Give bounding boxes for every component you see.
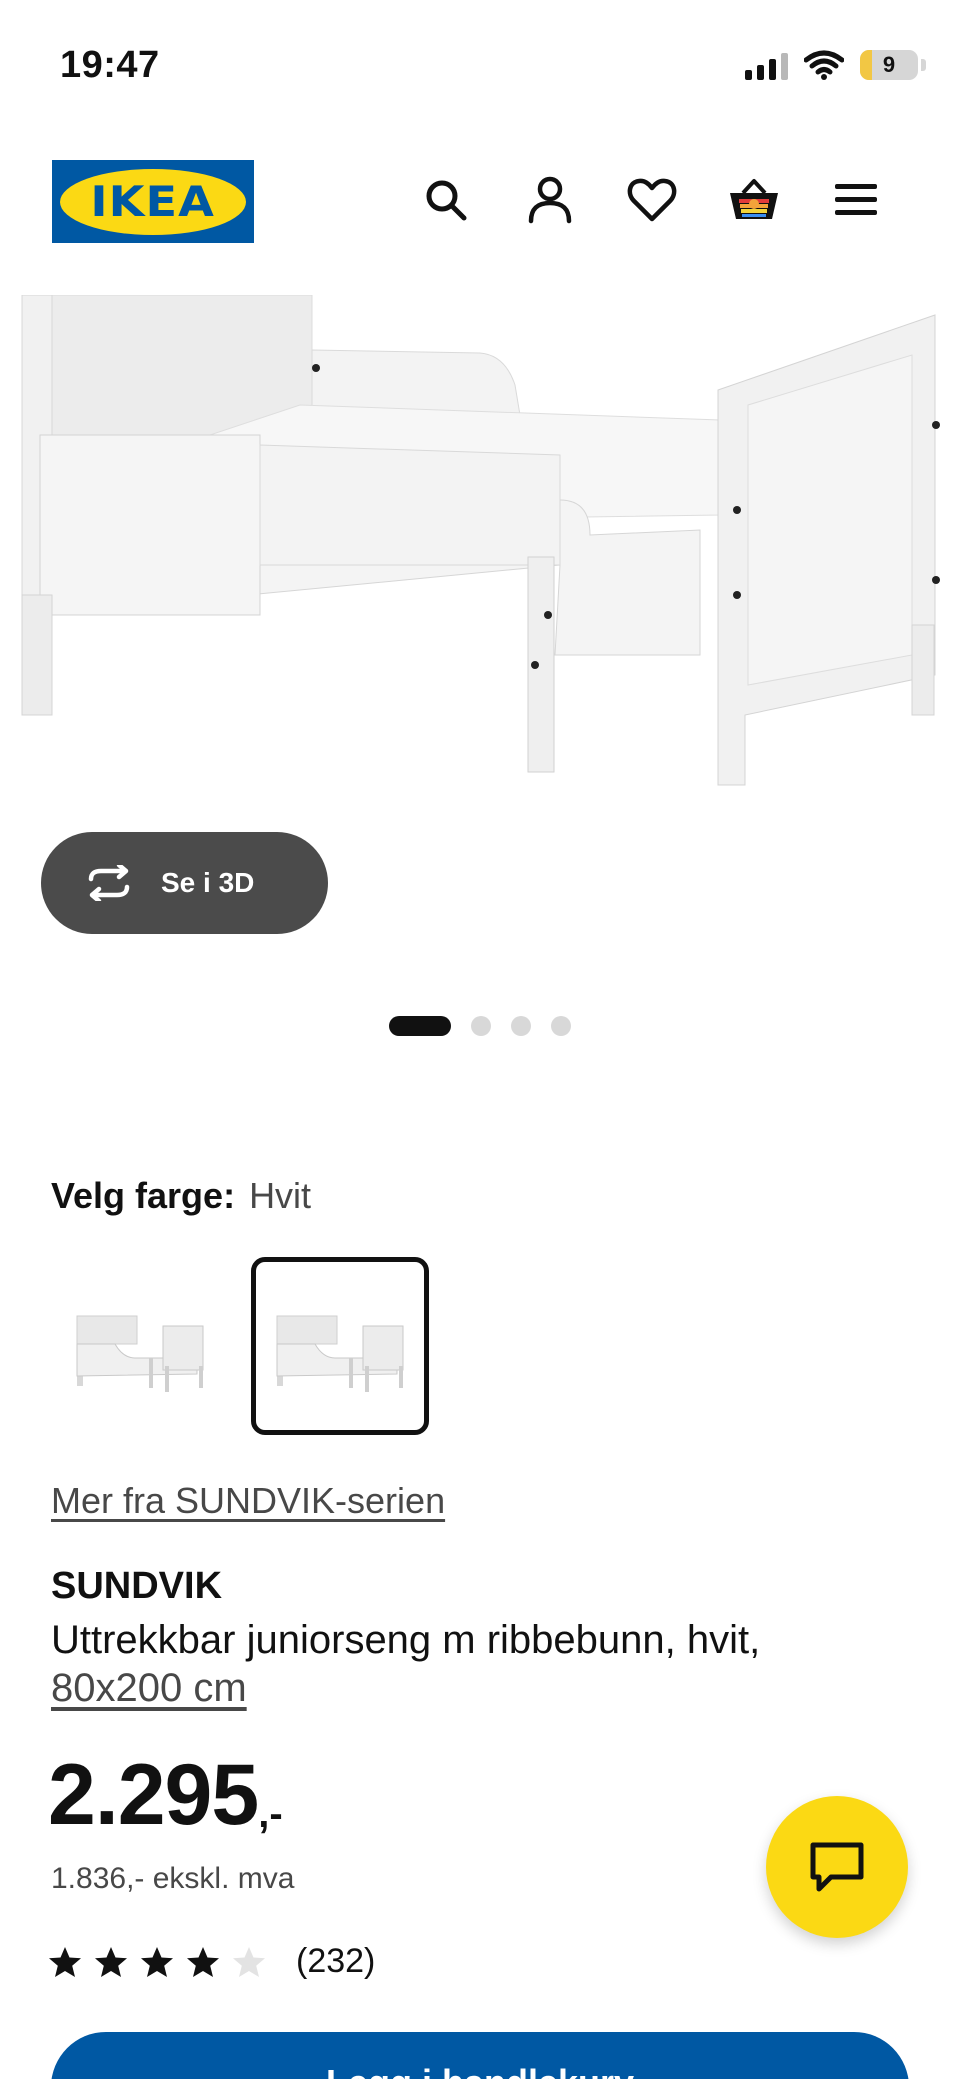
carousel-dot[interactable] xyxy=(551,1016,571,1036)
chat-button[interactable] xyxy=(766,1796,908,1938)
search-icon[interactable] xyxy=(418,172,474,228)
color-label: Velg farge: xyxy=(51,1175,236,1216)
carousel-dot[interactable] xyxy=(511,1016,531,1036)
add-to-cart-button[interactable]: Legg i handlekurv xyxy=(51,2032,909,2079)
heart-icon[interactable] xyxy=(624,172,680,228)
carousel-indicator xyxy=(0,1016,960,1036)
status-time: 19:47 xyxy=(60,44,160,86)
price-amount: 2.295 xyxy=(48,1747,259,1843)
product-description: Uttrekkbar juniorseng m ribbebunn, hvit, xyxy=(51,1618,761,1662)
price-ex-vat: 1.836,- ekskl. mva xyxy=(51,1862,295,1895)
ikea-logo[interactable]: IKEA xyxy=(52,160,254,243)
carousel-dot[interactable] xyxy=(471,1016,491,1036)
view-3d-button[interactable]: Se i 3D xyxy=(41,832,328,934)
view-3d-label: Se i 3D xyxy=(161,867,255,898)
review-count: (232) xyxy=(296,1942,376,1980)
product-price: 2.295 ,- xyxy=(48,1752,283,1838)
site-header: IKEA xyxy=(0,158,960,248)
rotate-3d-icon xyxy=(88,865,130,901)
star-empty-icon xyxy=(233,1946,265,1977)
signal-icon xyxy=(745,50,788,80)
cart-icon[interactable] xyxy=(726,172,782,228)
star-icon xyxy=(141,1946,173,1977)
series-link[interactable]: Mer fra SUNDVIK-serien xyxy=(51,1480,445,1522)
color-value: Hvit xyxy=(249,1175,312,1216)
battery-icon: 9 xyxy=(860,50,918,80)
carousel-dot[interactable] xyxy=(389,1016,451,1036)
logo-text: IKEA xyxy=(90,177,216,226)
color-chooser: Velg farge: Hvit xyxy=(51,1175,311,1217)
star-icon xyxy=(187,1946,219,1977)
price-suffix: ,- xyxy=(258,1792,283,1836)
color-swatch-selected[interactable] xyxy=(251,1257,429,1435)
star-icon xyxy=(95,1946,127,1977)
account-icon[interactable] xyxy=(522,172,578,228)
product-page: 19:47 9 IKEA Se i 3D Velg farge: Hvit Me… xyxy=(0,0,960,2079)
status-bar: 19:47 9 xyxy=(0,0,960,130)
product-image[interactable] xyxy=(0,294,960,840)
menu-icon[interactable] xyxy=(828,172,884,228)
battery-level: 9 xyxy=(882,52,896,77)
product-name: SUNDVIK xyxy=(51,1565,223,1607)
color-swatch[interactable] xyxy=(51,1257,229,1435)
wifi-icon xyxy=(804,50,844,80)
product-size-link[interactable]: 80x200 cm xyxy=(51,1666,247,1711)
star-icon xyxy=(49,1946,81,1977)
rating[interactable]: (232) xyxy=(48,1942,375,1981)
chat-icon xyxy=(810,1842,864,1892)
status-icons: 9 xyxy=(745,50,926,80)
